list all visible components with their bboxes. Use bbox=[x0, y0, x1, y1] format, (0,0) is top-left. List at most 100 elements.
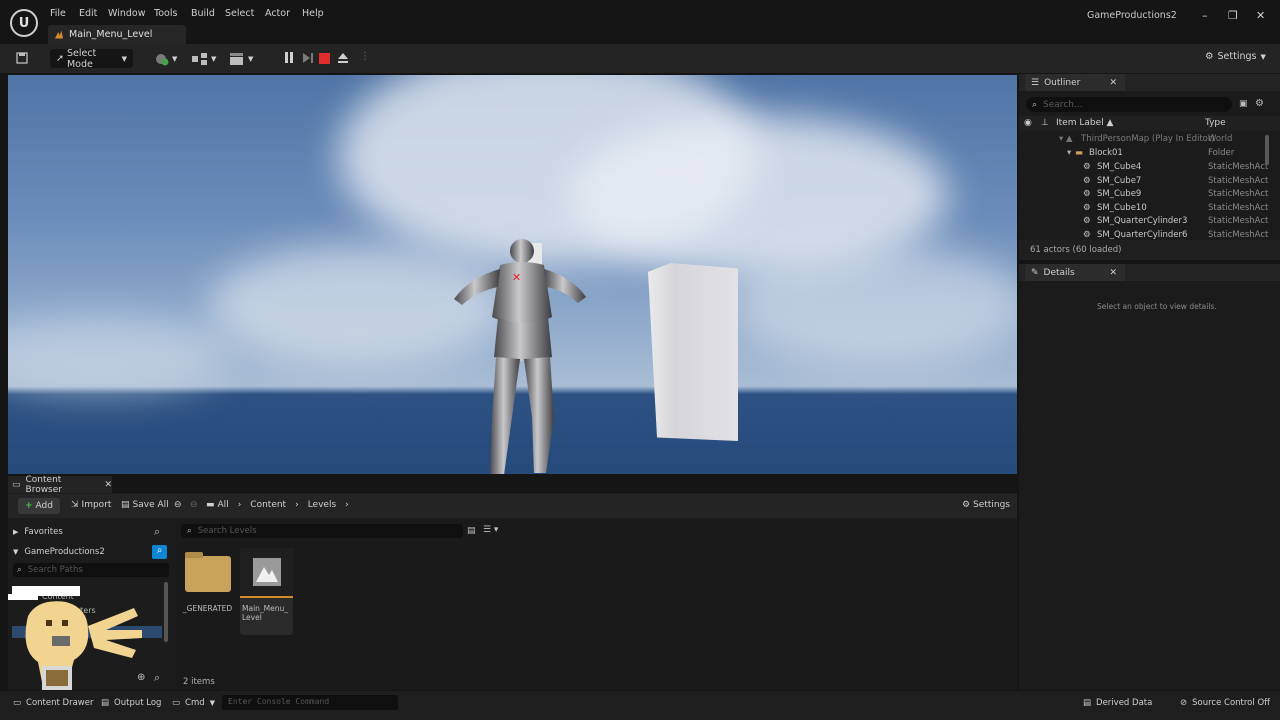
menu-file[interactable]: File bbox=[50, 8, 66, 19]
level-tab[interactable]: Main_Menu_Level bbox=[48, 25, 186, 44]
blueprints-button[interactable]: ▼ bbox=[192, 49, 216, 68]
tree-row[interactable]: ⚙ SM_QuarterCylinder6 StaticMeshAct bbox=[1019, 229, 1271, 239]
stop-button[interactable] bbox=[319, 53, 330, 64]
menu-tools[interactable]: Tools bbox=[154, 8, 177, 19]
settings-label: Settings bbox=[1217, 51, 1257, 62]
select-mode-dropdown[interactable]: ➚ Select Mode ▼ bbox=[50, 48, 133, 70]
details-header: ✎ Details ✕ bbox=[1019, 264, 1280, 281]
close-icon[interactable]: ✕ bbox=[1109, 268, 1117, 278]
close-icon[interactable]: ✕ bbox=[104, 480, 112, 490]
close-icon[interactable]: ✕ bbox=[1109, 78, 1117, 88]
eject-icon[interactable] bbox=[337, 52, 349, 64]
tree-row[interactable]: ⚙ SM_Cube10 StaticMeshAct bbox=[1019, 202, 1271, 216]
tree-row[interactable]: ⚙ SM_Cube7 StaticMeshAct bbox=[1019, 175, 1271, 189]
chevron-right-icon[interactable]: › bbox=[238, 500, 242, 510]
folder-icon bbox=[184, 552, 231, 592]
level-thumbnail bbox=[240, 548, 293, 598]
tree-row-world[interactable]: ▾ ▲ ThirdPersonMap (Play In Editor) Worl… bbox=[1019, 133, 1271, 147]
tree-row-type: World bbox=[1208, 134, 1233, 144]
pin-icon[interactable]: ⊥ bbox=[1041, 118, 1049, 128]
source-control-button[interactable]: ⊘ Source Control Off bbox=[1180, 698, 1270, 708]
menu-actor[interactable]: Actor bbox=[265, 8, 290, 19]
console-command-input[interactable]: Enter Console Command bbox=[222, 695, 398, 710]
breadcrumb-content[interactable]: Content bbox=[250, 500, 286, 510]
restore-icon[interactable]: ❐ bbox=[1228, 9, 1238, 22]
settings-button[interactable]: ⚙ Settings ▼ bbox=[1205, 51, 1266, 62]
pause-icon bbox=[285, 52, 288, 63]
expand-arrow-icon[interactable]: ▾ bbox=[1067, 148, 1071, 158]
gear-icon: ⚙ bbox=[1205, 51, 1214, 62]
menu-select[interactable]: Select bbox=[225, 8, 254, 19]
tree-row[interactable]: ⚙ SM_Cube9 StaticMeshAct bbox=[1019, 188, 1271, 202]
item-label-column[interactable]: Item Label ▲ bbox=[1056, 118, 1113, 128]
add-actor-button[interactable]: ▼ bbox=[155, 49, 177, 68]
menu-help[interactable]: Help bbox=[302, 8, 324, 19]
cb-settings-label: Settings bbox=[973, 500, 1010, 510]
tree-row[interactable]: ⚙ SM_Cube4 StaticMeshAct bbox=[1019, 161, 1271, 175]
type-column[interactable]: Type bbox=[1205, 118, 1226, 128]
close-window-icon[interactable]: ✕ bbox=[1256, 9, 1265, 22]
content-browser-title: Content Browser bbox=[25, 474, 62, 495]
details-tab[interactable]: ✎ Details ✕ bbox=[1025, 264, 1125, 281]
chevron-right-icon[interactable]: › bbox=[295, 500, 299, 510]
outliner-scrollbar[interactable] bbox=[1265, 135, 1269, 165]
cinematics-button[interactable]: ▼ bbox=[229, 49, 253, 68]
outliner-header: ☰ Outliner ✕ bbox=[1019, 74, 1280, 91]
tree-row[interactable]: ⚙ SM_QuarterCylinder3 StaticMeshAct bbox=[1019, 215, 1271, 229]
path-search-input[interactable]: ⌕ Search Paths bbox=[13, 563, 169, 577]
add-button[interactable]: + Add bbox=[18, 498, 60, 514]
cb-settings-button[interactable]: ⚙ Settings bbox=[962, 500, 1010, 510]
content-drawer-button[interactable]: ▭ Content Drawer bbox=[13, 698, 93, 708]
cube-mesh bbox=[648, 263, 738, 441]
tree-row-folder[interactable]: ▾ ▬ Block01 Folder bbox=[1019, 147, 1271, 161]
pause-button[interactable] bbox=[283, 52, 295, 64]
save-icon[interactable] bbox=[16, 52, 28, 64]
gear-icon[interactable]: ⚙ bbox=[1255, 98, 1264, 109]
tree-row-type: StaticMeshAct bbox=[1208, 189, 1269, 199]
cmd-label: Cmd bbox=[185, 698, 205, 708]
content-browser-tab[interactable]: ▭ Content Browser ✕ bbox=[8, 474, 112, 495]
output-log-button[interactable]: ▤ Output Log bbox=[101, 698, 161, 708]
derived-data-button[interactable]: ▤ Derived Data bbox=[1083, 698, 1152, 708]
more-options-icon[interactable]: ⋮ bbox=[360, 51, 370, 62]
new-folder-icon[interactable]: ▣ bbox=[1239, 99, 1248, 109]
project-section[interactable]: ▼ GameProductions2 bbox=[13, 547, 105, 557]
static-mesh-icon: ⚙ bbox=[1083, 176, 1091, 186]
filter-icon[interactable]: ☰ ▾ bbox=[483, 525, 498, 535]
log-icon: ▤ bbox=[101, 698, 110, 708]
menu-edit[interactable]: Edit bbox=[79, 8, 97, 19]
import-button[interactable]: ⇲ Import bbox=[71, 500, 111, 510]
folder-icon: ▭ bbox=[12, 479, 21, 490]
breadcrumb-all[interactable]: All bbox=[218, 500, 229, 510]
blueprint-icon bbox=[192, 52, 207, 65]
history-forward-icon[interactable]: ⊖ bbox=[190, 500, 198, 510]
save-search-icon[interactable]: ▤ bbox=[467, 526, 476, 536]
outliner-tab[interactable]: ☰ Outliner ✕ bbox=[1025, 74, 1125, 91]
favorites-section[interactable]: ▶ Favorites bbox=[13, 527, 63, 537]
details-panel: ✎ Details ✕ bbox=[1019, 264, 1280, 690]
search-icon[interactable]: ⌕ bbox=[154, 671, 160, 685]
asset-search-input[interactable]: ⌕ Search Levels bbox=[181, 524, 463, 538]
menu-window[interactable]: Window bbox=[108, 8, 145, 19]
step-forward-icon[interactable] bbox=[302, 52, 314, 64]
folder-icon: ▬ bbox=[1075, 148, 1084, 158]
asset-level-main-menu[interactable]: Main_Menu_ Level bbox=[240, 548, 293, 635]
unreal-logo-icon[interactable]: U bbox=[10, 9, 38, 37]
visibility-icon[interactable]: ◉ bbox=[1024, 118, 1032, 128]
history-back-icon[interactable]: ⊖ bbox=[174, 500, 182, 510]
save-all-button[interactable]: ▤ Save All bbox=[121, 500, 169, 510]
sources-scrollbar[interactable] bbox=[164, 582, 168, 642]
breadcrumb-levels[interactable]: Levels bbox=[308, 500, 336, 510]
cmd-dropdown[interactable]: ▭ Cmd ▼ bbox=[172, 698, 215, 708]
search-toggle-icon[interactable]: ⌕ bbox=[152, 545, 167, 559]
search-icon[interactable]: ⌕ bbox=[154, 525, 160, 539]
tree-row-label: SM_Cube4 bbox=[1097, 162, 1142, 172]
level-viewport[interactable]: ✕ bbox=[8, 75, 1017, 474]
chevron-right-icon[interactable]: › bbox=[345, 500, 349, 510]
chevron-down-icon: ▼ bbox=[172, 54, 178, 63]
minimize-icon[interactable]: – bbox=[1202, 9, 1208, 22]
menu-build[interactable]: Build bbox=[191, 8, 215, 19]
outliner-search-input[interactable]: ⌕ Search... bbox=[1026, 97, 1232, 112]
expand-arrow-icon[interactable]: ▾ ▲ bbox=[1059, 134, 1073, 144]
asset-folder-generated[interactable]: _GENERATED bbox=[181, 548, 234, 635]
